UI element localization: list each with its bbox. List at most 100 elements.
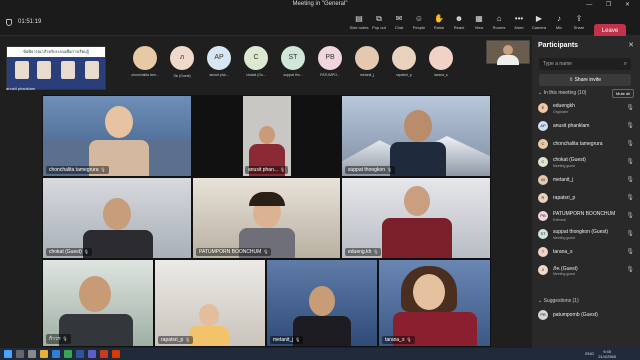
mic-icon[interactable]: 🎙 — [626, 104, 634, 111]
participant-row[interactable]: PB PATUMPORN BOONCHUM External 🎙 — [538, 210, 636, 224]
video-tile[interactable]: metanit_j 🎙 — [266, 259, 378, 347]
chat-button[interactable]: ✉ Chat — [388, 14, 410, 34]
powerpoint-icon[interactable] — [100, 350, 108, 358]
suggestions-header[interactable]: ⌄ Suggestions (1) — [538, 298, 579, 304]
participant-row[interactable]: Rrapatsri_p 🎙 — [538, 192, 636, 206]
avatar: AP — [207, 46, 231, 70]
camera-button[interactable]: ▶ Camera — [528, 14, 550, 34]
button-label: View — [474, 25, 484, 30]
participant-row[interactable]: ST suppat thongkon (Guest) Meeting guest 🎙 — [538, 228, 636, 242]
mic-icon: 🎙 — [185, 337, 191, 342]
gallery-participant[interactable]: chonchalita tam... — [128, 44, 162, 77]
search-icon[interactable] — [16, 350, 24, 358]
self-view-video[interactable] — [486, 40, 530, 65]
video-tile[interactable]: chonchalita tamegrura 🎙 — [42, 95, 192, 177]
video-tile[interactable]: suppat thongkon 🎙 — [341, 95, 491, 177]
mic-icon[interactable]: 🎙 — [626, 230, 634, 237]
video-tile[interactable]: rapatsri_p 🎙 — [154, 259, 266, 347]
avatar: T — [538, 247, 548, 257]
mic-icon[interactable]: 🎙 — [626, 122, 634, 129]
participant-row[interactable]: ภภัค (Guest) Meeting guest 🎙 — [538, 264, 636, 278]
search-placeholder: Type a name — [543, 61, 572, 67]
video-tile[interactable]: PATUMPORN BOONCHUM 🎙 — [192, 177, 341, 259]
mic-icon[interactable]: 🎙 — [626, 194, 634, 201]
raise-button[interactable]: ✋ Raise — [428, 14, 450, 34]
avatar: C — [538, 139, 548, 149]
view-button[interactable]: ▦ View — [468, 14, 490, 34]
windows-start-icon[interactable] — [4, 350, 12, 358]
gallery-participant[interactable]: ST suppat tho... — [276, 44, 310, 77]
avatar — [133, 46, 157, 70]
video-tile[interactable]: tarana_s 🎙 — [378, 259, 491, 347]
side-notes-button[interactable]: ▤ Side notes — [348, 14, 370, 34]
react-button[interactable]: ☻ React — [448, 14, 470, 34]
people-icon: ☺ — [414, 14, 424, 23]
language-indicator[interactable]: ENG — [585, 351, 594, 356]
mic-icon: ♪ — [557, 14, 561, 23]
view-icon: ▦ — [475, 14, 483, 23]
more-button[interactable]: ••• More — [508, 14, 530, 34]
window-controls[interactable]: — ❐ ✕ — [586, 1, 636, 8]
mic-icon: 🎙 — [263, 249, 269, 254]
person-head — [309, 286, 335, 316]
participant-row[interactable]: AP anusit phanklam 🎙 — [538, 120, 636, 134]
mic-icon[interactable]: 🎙 — [626, 266, 634, 273]
word-icon[interactable] — [76, 350, 84, 358]
mic-icon[interactable]: 🎙 — [626, 158, 634, 165]
avatar: PB — [318, 46, 342, 70]
video-tile[interactable]: anusit phan... 🎙 — [192, 95, 341, 177]
button-label: Side notes — [349, 25, 369, 30]
participant-role: Meeting guest — [553, 236, 575, 240]
mic-icon[interactable]: 🎙 — [626, 176, 634, 183]
close-icon[interactable]: ✕ — [628, 41, 634, 49]
search-input[interactable]: Type a name ⌕ — [539, 58, 631, 70]
edge-icon[interactable] — [52, 350, 60, 358]
clock[interactable]: 9:45 21/4/2565 — [598, 349, 616, 359]
participant-label: tarana_s — [434, 73, 448, 77]
gallery-participant[interactable]: AP anusit pha... — [202, 44, 236, 77]
video-tile[interactable]: ก้าวฯ 🎙 — [42, 259, 154, 347]
mic-icon[interactable]: 🎙 — [626, 248, 634, 255]
gallery-participant[interactable]: PB PATUMPO... — [313, 44, 347, 77]
video-tile[interactable]: chokat (Guest) 🎙 — [42, 177, 192, 259]
participant-row[interactable]: Eeduengkh Organizer 🎙 — [538, 102, 636, 116]
person-head — [79, 276, 111, 312]
participant-name: suppat thongkon 🎙 — [345, 166, 396, 174]
pop-out-button[interactable]: ⧉ Pop out — [368, 14, 390, 34]
meeting-timer: 01:51:19 — [18, 19, 42, 25]
share-invite-button[interactable]: ⇪ Share invite — [539, 74, 631, 86]
file-explorer-icon[interactable] — [40, 350, 48, 358]
content-share-thumbnail[interactable]: ข้อพิจารณาสำหรับระบบเพื่อการเรียนรู้ — [6, 46, 106, 90]
chrome-icon[interactable] — [64, 350, 72, 358]
app-icon[interactable] — [112, 350, 120, 358]
mic-icon: 🎙 — [406, 337, 412, 342]
gallery-participant[interactable]: rapatsri_p — [387, 44, 421, 77]
avatar: R — [538, 193, 548, 203]
task-view-icon[interactable] — [28, 350, 36, 358]
person-head — [259, 126, 275, 144]
participant-row[interactable]: Ttarana_s 🎙 — [538, 246, 636, 260]
mic-button[interactable]: ♪ Mic — [548, 14, 570, 34]
rooms-button[interactable]: ⌂ Rooms — [488, 14, 510, 34]
mic-icon[interactable]: 🎙 — [626, 140, 634, 147]
video-tile[interactable]: edueng.kh 🎙 — [341, 177, 491, 259]
people-button[interactable]: ☺ People — [408, 14, 430, 34]
gallery-participant[interactable]: metanit_j — [350, 44, 384, 77]
mute-all-button[interactable]: Mute all — [611, 89, 634, 98]
teams-icon[interactable] — [88, 350, 96, 358]
share-button[interactable]: ⇪ Share — [568, 14, 590, 34]
gallery-participant[interactable]: Cchokat (Gu... — [239, 44, 273, 77]
participant-name: metanit_j — [553, 177, 574, 183]
participant-row[interactable]: Cchokat (Guest) Meeting guest 🎙 — [538, 156, 636, 170]
participant-name: anusit phanklam — [553, 123, 590, 129]
suggested-participant[interactable]: PB patumpornb (Guest) — [538, 309, 636, 323]
avatar: AP — [538, 121, 548, 131]
mic-icon[interactable]: 🎙 — [626, 212, 634, 219]
mic-icon: 🎙 — [295, 337, 301, 342]
participant-row[interactable]: Mmetanit_j 🎙 — [538, 174, 636, 188]
participant-name: eduengkh — [553, 103, 575, 109]
gallery-participant[interactable]: tarana_s — [424, 44, 458, 77]
in-meeting-header[interactable]: ⌄ In this meeting (10) — [538, 90, 586, 96]
participant-row[interactable]: Cchonchalita tamegrura 🎙 — [538, 138, 636, 152]
gallery-participant[interactable]: ภภัค (Guest) — [165, 44, 199, 79]
